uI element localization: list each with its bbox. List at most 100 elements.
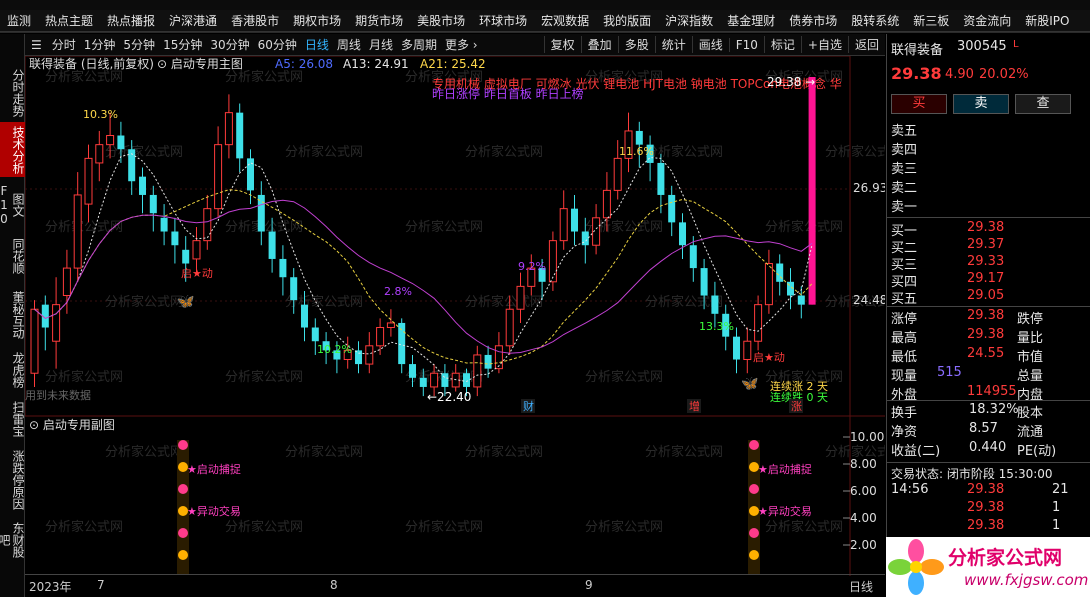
candle-body <box>203 208 212 242</box>
candle-body <box>711 295 719 314</box>
period-tab[interactable]: 月线 <box>365 36 397 53</box>
candle-body <box>657 162 665 195</box>
bid-price: 29.05 <box>967 288 1005 303</box>
menu-item[interactable]: 热点主题 <box>38 12 100 29</box>
sidebar-item[interactable]: 同花顺 <box>0 230 25 282</box>
price-change: 4.90 <box>945 67 974 82</box>
menu-item[interactable]: 监测 <box>0 12 38 29</box>
period-tab[interactable]: 5分钟 <box>119 36 159 53</box>
sell-button[interactable]: 卖 <box>953 94 1009 114</box>
toolbar-button[interactable]: 统计 <box>654 36 692 53</box>
candle-body <box>635 130 643 145</box>
period-tab[interactable]: 更多 › <box>441 36 482 53</box>
watermark-text: 分析家公式网 <box>285 144 363 160</box>
toolbar-button[interactable]: 返回 <box>847 36 885 53</box>
ma13-line <box>34 189 813 365</box>
sub-signal-tag: ★启动捕捉 <box>758 462 812 476</box>
tick-price: 29.38 <box>967 500 1005 515</box>
menu-item[interactable]: 香港股市 <box>224 12 286 29</box>
menu-item[interactable]: 新股IPO <box>1018 12 1076 29</box>
period-tab[interactable]: 1分钟 <box>80 36 120 53</box>
main-menu: 监测 热点主题 热点播报 沪深港通 香港股市 期权市场 期货市场 美股市场 环球市场 宏观数据 我的… <box>0 10 1090 32</box>
menu-item[interactable]: 股转系统 <box>844 12 906 29</box>
watermark-text: 分析家公式网 <box>45 369 123 385</box>
pct-label: 11.6% <box>619 145 654 158</box>
period-tab[interactable]: 60分钟 <box>254 36 301 53</box>
tick-volume: 1 <box>1052 500 1061 515</box>
sidebar-item[interactable]: 董秘互动 <box>0 286 25 344</box>
sidebar-item[interactable]: 分时走势 <box>0 64 25 122</box>
menu-item[interactable]: 债券市场 <box>782 12 844 29</box>
menu-item[interactable]: 宏观数据 <box>534 12 596 29</box>
watermark-text: 分析家公式网 <box>825 144 885 160</box>
query-button[interactable]: 查 <box>1015 94 1071 114</box>
watermark-text: 分析家公式网 <box>105 444 183 460</box>
x-axis-label: 2023年 <box>29 580 72 594</box>
watermark-text: 分析家公式网 <box>45 69 123 85</box>
toolbar-button[interactable]: 复权 <box>543 36 581 53</box>
pct-label: 2.8% <box>384 285 412 298</box>
candle-body <box>279 258 287 278</box>
menu-item[interactable]: 沪深指数 <box>658 12 720 29</box>
ask-label: 卖一 <box>891 200 918 215</box>
stock-code: 300545 <box>957 39 1007 54</box>
collapse-icon[interactable]: ☰ <box>25 38 48 52</box>
sidebar-item[interactable]: 龙虎榜 <box>0 347 25 393</box>
site-logo: 分析家公式网 www.fxjgsw.com <box>886 537 1090 597</box>
menu-item[interactable]: 我的版面 <box>596 12 658 29</box>
last-price: 29.38 <box>891 64 942 83</box>
event-marker-label: 涨 <box>791 400 802 413</box>
candle-body <box>84 157 93 205</box>
menu-item[interactable]: 期权市场 <box>286 12 348 29</box>
pct-label: 9.2% <box>518 260 546 273</box>
menu-item[interactable]: 期货市场 <box>348 12 410 29</box>
watermark-text: 分析家公式网 <box>225 369 303 385</box>
watermark-text: 分析家公式网 <box>45 519 123 535</box>
logo-url: www.fxjgsw.com <box>964 571 1089 589</box>
candle-body <box>571 208 578 232</box>
menu-item[interactable]: 热点播报 <box>100 12 162 29</box>
sidebar-item[interactable]: 技术分析 <box>0 122 25 177</box>
period-tab[interactable]: 15分钟 <box>159 36 206 53</box>
kline-chart-panel[interactable]: 分析家公式网 分析家公式网 分析家公式网 分析家公式网 分析家公式网 分析家公式网 分析家公… <box>24 55 903 576</box>
toolbar-button[interactable]: 叠加 <box>580 36 618 53</box>
menu-item[interactable]: 新三板 <box>906 12 956 29</box>
candle-body <box>73 194 82 269</box>
toolbar-button[interactable]: F10 <box>728 37 764 52</box>
menu-item[interactable]: 基金理财 <box>720 12 782 29</box>
stat2-key-2: PE(动) <box>1017 444 1057 459</box>
candle-body <box>301 304 308 328</box>
period-tab[interactable]: 周线 <box>333 36 365 53</box>
candle-body <box>797 295 805 305</box>
buy-button[interactable]: 买 <box>891 94 947 114</box>
menu-item[interactable]: 沪深港通 <box>162 12 224 29</box>
menu-item[interactable]: 资金流向 <box>956 12 1018 29</box>
period-tab[interactable]: 分时 <box>48 36 80 53</box>
toolbar-button[interactable]: 画线 <box>691 36 729 53</box>
stat2-key: 收益(二) <box>891 444 941 459</box>
stat-key-2: 量比 <box>1017 331 1044 346</box>
period-tab[interactable]: 30分钟 <box>206 36 253 53</box>
period-tab[interactable]: 日线 <box>301 36 333 53</box>
stat-value: 29.38 <box>967 308 1005 323</box>
toolbar-button[interactable]: 多股 <box>617 36 655 53</box>
menu-item[interactable]: 美股市场 <box>410 12 472 29</box>
kline-chart-svg[interactable]: 分析家公式网 分析家公式网 分析家公式网 分析家公式网 分析家公式网分析家公式网 分析家公… <box>24 55 903 576</box>
stats-divider <box>887 306 1090 307</box>
toolbar-button[interactable]: +自选 <box>800 36 848 53</box>
menu-item[interactable]: 环球市场 <box>472 12 534 29</box>
sidebar-item[interactable]: 扫雷宝 <box>0 396 25 441</box>
sidebar-item[interactable]: 涨跌停原因 <box>0 446 25 514</box>
period-tab[interactable]: 多周期 <box>397 36 441 53</box>
stat2-value: 0.440 <box>969 440 1007 455</box>
event-marker-label: 增 <box>689 399 700 413</box>
sidebar-item[interactable]: 东财股吧 <box>0 517 25 563</box>
toolbar-button[interactable]: 标记 <box>763 36 801 53</box>
stat-key-2: 市值 <box>1017 350 1044 365</box>
candle-body <box>160 217 168 232</box>
stat2-key-2: 股本 <box>1017 406 1044 421</box>
stat2-value: 18.32% <box>969 402 1019 417</box>
sidebar-item[interactable]: 图文F10 <box>0 182 25 227</box>
watermark-text: 分析家公式网 <box>225 519 303 535</box>
ask-label: 卖二 <box>891 181 918 196</box>
